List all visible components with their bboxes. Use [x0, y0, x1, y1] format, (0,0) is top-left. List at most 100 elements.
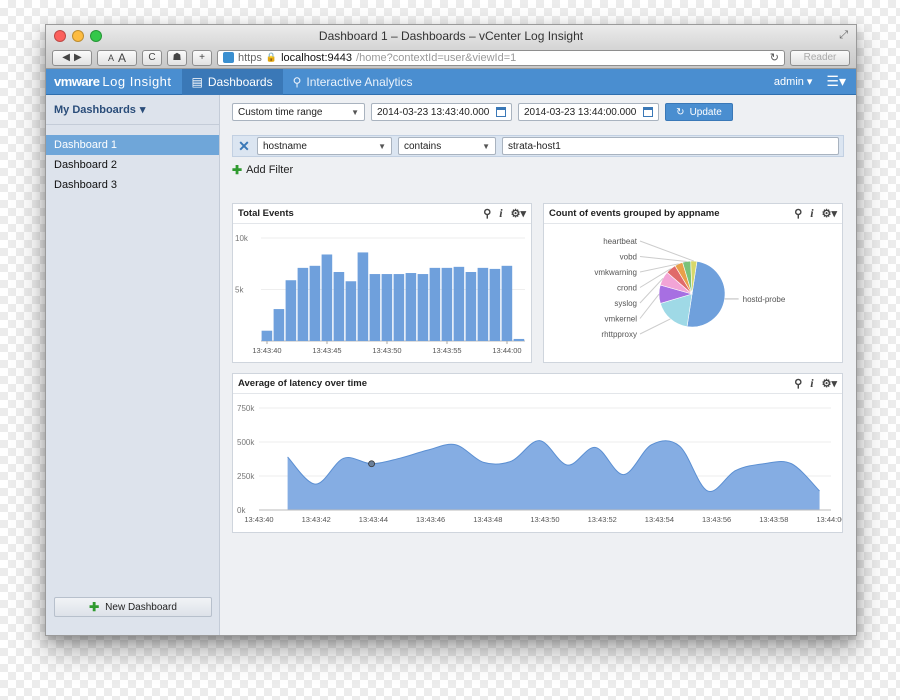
y-tick-label: 10k	[235, 234, 249, 243]
site-favicon-icon	[223, 52, 234, 63]
slice-label: crond	[617, 284, 637, 293]
brand-vmware: vmware	[54, 74, 100, 89]
leader-line	[639, 256, 687, 262]
panel-header: Average of latency over time ⚲ i ⚙▾	[233, 374, 842, 394]
font-larger-button[interactable]: A	[118, 51, 126, 65]
end-time-value: 2014-03-23 13:44:00.000	[524, 106, 637, 118]
filter-operator-select[interactable]: contains ▼	[398, 137, 496, 155]
end-time-field[interactable]: 2014-03-23 13:44:00.000	[518, 103, 659, 121]
hover-point	[368, 460, 375, 468]
latency-area-chart: 750k 500k 250k 0k13:43:40 13:43:42 13:43:44 13…	[237, 404, 846, 524]
app-logo[interactable]: vmware Log Insight	[46, 74, 182, 89]
calendar-icon[interactable]	[496, 107, 506, 117]
lock-icon: 🔒	[265, 52, 278, 62]
zoom-window-button[interactable]	[90, 30, 102, 42]
bar	[501, 265, 513, 341]
x-tick-label: 13:43:52	[588, 515, 617, 524]
bar	[345, 281, 357, 341]
leader-line	[639, 293, 660, 319]
plus-icon: ✚	[232, 163, 243, 177]
font-size-buttons: A A	[97, 49, 137, 66]
bar	[381, 274, 393, 341]
back-forward-buttons: ◀ ▶	[52, 49, 92, 66]
zoom-icon[interactable]: ⚲	[483, 207, 491, 220]
leader-line	[639, 318, 671, 335]
y-tick-label: 750k	[237, 404, 255, 413]
chevron-down-icon: ▾	[806, 76, 813, 88]
bar	[465, 271, 477, 341]
reader-button[interactable]: Reader	[790, 49, 850, 66]
hamburger-menu-icon[interactable]: ☰▾	[822, 73, 856, 90]
total-events-chart: 10k 5k 13:43:40 13:43:45 13:43:50 13:43:55 13:…	[235, 234, 525, 355]
info-icon[interactable]: i	[810, 206, 813, 221]
add-filter-link[interactable]: ✚ Add Filter	[232, 163, 844, 177]
tab-interactive-analytics-label: Interactive Analytics	[306, 74, 413, 89]
slice-label: vmkwarning	[594, 268, 637, 277]
add-bookmark-button[interactable]: +	[192, 49, 212, 66]
bar	[369, 274, 381, 341]
filter-value-input[interactable]: strata-host1	[502, 137, 839, 155]
forward-button[interactable]: ▶	[74, 52, 82, 63]
tab-interactive-analytics[interactable]: ⚲ Interactive Analytics	[283, 69, 423, 95]
new-dashboard-button[interactable]: ✚ New Dashboard	[54, 597, 212, 617]
info-icon[interactable]: i	[499, 206, 502, 221]
time-range-select[interactable]: Custom time range ▼	[232, 103, 365, 121]
info-icon[interactable]: i	[810, 376, 813, 391]
minimize-window-button[interactable]	[72, 30, 84, 42]
x-tick-label: 13:43:48	[473, 515, 502, 524]
browser-toolbar: ◀ ▶ A A C ☗ + https 🔒 localhost:9443/hom…	[46, 47, 856, 69]
address-bar[interactable]: https 🔒 localhost:9443/home?contextId=us…	[217, 49, 785, 66]
panel-title: Count of events grouped by appname	[549, 208, 720, 219]
x-tick-label: 13:43:58	[759, 515, 788, 524]
x-tick-label: 13:43:55	[432, 346, 461, 355]
my-dashboards-menu[interactable]: My Dashboards ▾	[46, 95, 219, 125]
sidebar-item-dashboard-3[interactable]: Dashboard 3	[46, 175, 219, 195]
dashboard-icon: ▤	[191, 74, 203, 89]
url-host: localhost:9443	[281, 51, 353, 64]
dashboard-list: Dashboard 1 Dashboard 2 Dashboard 3	[46, 125, 219, 195]
brand-product: Log Insight	[102, 74, 172, 89]
y-tick-label: 5k	[235, 286, 244, 295]
fullscreen-icon[interactable]: ⤢	[839, 29, 848, 42]
app-navbar: vmware Log Insight ▤ Dashboards ⚲ Intera…	[46, 68, 856, 95]
x-tick-label: 13:43:45	[312, 346, 341, 355]
sidebar-item-dashboard-1[interactable]: Dashboard 1	[46, 135, 219, 155]
appname-pie-chart: hostd-probe heartbeat vobd vmkwarning crond s…	[594, 237, 786, 339]
tab-dashboards[interactable]: ▤ Dashboards	[181, 68, 283, 95]
reload-icon: C	[148, 52, 156, 63]
zoom-icon[interactable]: ⚲	[794, 377, 802, 390]
plus-icon: +	[199, 52, 205, 63]
x-tick-label: 13:43:46	[416, 515, 445, 524]
bar	[297, 267, 309, 341]
filter-field-select[interactable]: hostname ▼	[257, 137, 392, 155]
app-body: My Dashboards ▾ Dashboard 1 Dashboard 2 …	[46, 95, 856, 635]
slice-label: syslog	[614, 299, 637, 308]
gear-icon[interactable]: ⚙▾	[822, 377, 837, 390]
chevron-down-icon: ▼	[482, 141, 490, 151]
zoom-icon[interactable]: ⚲	[794, 207, 802, 220]
gear-icon[interactable]: ⚙▾	[822, 207, 837, 220]
close-window-button[interactable]	[54, 30, 66, 42]
x-tick-label: 13:43:40	[252, 346, 281, 355]
gear-icon[interactable]: ⚙▾	[511, 207, 526, 220]
y-tick-label: 250k	[237, 472, 255, 481]
bar	[309, 265, 321, 341]
sidebar-item-dashboard-2[interactable]: Dashboard 2	[46, 155, 219, 175]
panel-header: Count of events grouped by appname ⚲ i ⚙…	[544, 204, 842, 224]
remove-filter-icon[interactable]: ✕	[237, 138, 251, 155]
font-smaller-button[interactable]: A	[108, 53, 114, 63]
user-menu[interactable]: admin ▾	[764, 75, 823, 89]
update-button[interactable]: ↻ Update	[665, 103, 733, 121]
x-tick-label: 13:43:54	[645, 515, 674, 524]
address-reload-icon[interactable]: ↻	[770, 51, 779, 64]
reload-button[interactable]: C	[142, 49, 162, 66]
start-time-field[interactable]: 2014-03-23 13:43:40.000	[371, 103, 512, 121]
add-filter-label: Add Filter	[246, 164, 294, 176]
tab-dashboards-label: Dashboards	[207, 74, 273, 89]
back-button[interactable]: ◀	[62, 52, 70, 63]
calendar-icon[interactable]	[643, 107, 653, 117]
extension-button[interactable]: ☗	[167, 49, 187, 66]
update-label: Update	[689, 106, 722, 118]
latency-panel: Average of latency over time ⚲ i ⚙▾ 750k…	[232, 373, 846, 533]
latency-area	[287, 440, 820, 510]
